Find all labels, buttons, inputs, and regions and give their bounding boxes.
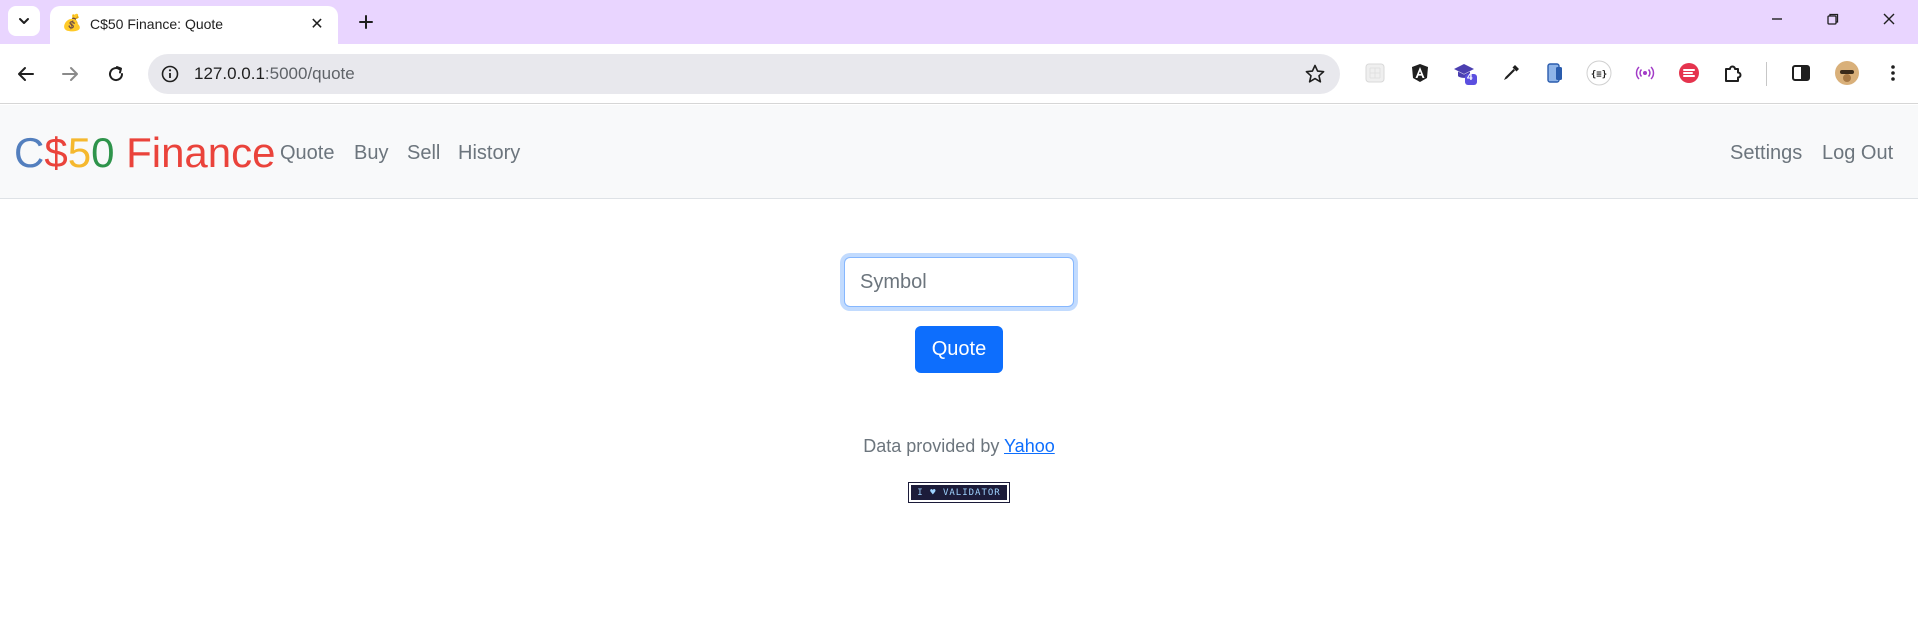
toggl-icon[interactable] <box>1674 58 1704 88</box>
kebab-menu-icon[interactable] <box>1878 58 1908 88</box>
json-viewer-icon[interactable]: {≡} <box>1584 58 1614 88</box>
grid-extension-icon[interactable] <box>1360 58 1390 88</box>
yahoo-link[interactable]: Yahoo <box>1004 436 1055 456</box>
side-panel-icon[interactable] <box>1786 58 1816 88</box>
site-navbar: C$50 Finance Quote Buy Sell History Sett… <box>0 105 1918 199</box>
chevron-down-icon <box>19 18 29 24</box>
profile-avatar[interactable] <box>1832 58 1862 88</box>
new-tab-button[interactable] <box>352 8 380 36</box>
tab-strip: 💰 C$50 Finance: Quote ✕ <box>0 0 1918 44</box>
validator-badge[interactable]: I ♥ VALIDATOR <box>908 482 1010 503</box>
plus-icon <box>359 15 373 29</box>
brand-finance: Finance <box>114 129 276 176</box>
extension-badge: 4 <box>1467 72 1473 83</box>
bookmark-star-icon[interactable] <box>1304 63 1326 85</box>
quote-submit-button[interactable]: Quote <box>915 326 1003 373</box>
reload-icon <box>109 66 124 82</box>
toolbar-separator <box>1766 62 1767 86</box>
broadcast-icon[interactable] <box>1630 58 1660 88</box>
url-path: :5000/quote <box>264 64 355 83</box>
url-text: 127.0.0.1:5000/quote <box>194 64 355 84</box>
browser-toolbar: 127.0.0.1:5000/quote 4 {≡} <box>0 44 1918 104</box>
arrow-right-icon <box>62 67 78 81</box>
minimize-icon <box>1772 18 1782 20</box>
active-tab[interactable]: 💰 C$50 Finance: Quote ✕ <box>50 6 338 44</box>
nav-buy[interactable]: Buy <box>354 141 388 165</box>
reload-button[interactable] <box>98 56 134 92</box>
minimize-button[interactable] <box>1754 4 1800 34</box>
graduation-cap-extension-icon[interactable]: 4 <box>1450 58 1480 88</box>
mobile-view-icon[interactable] <box>1540 58 1570 88</box>
brand-five: 5 <box>67 129 92 176</box>
nav-log-out[interactable]: Log Out <box>1822 141 1893 165</box>
nav-sell[interactable]: Sell <box>407 141 440 165</box>
brand-zero: 0 <box>91 129 115 176</box>
eyedropper-icon[interactable] <box>1496 58 1526 88</box>
nav-history[interactable]: History <box>458 141 520 165</box>
tab-title: C$50 Finance: Quote <box>90 16 224 32</box>
tab-search-button[interactable] <box>8 6 40 36</box>
extensions-puzzle-icon[interactable] <box>1718 58 1748 88</box>
money-bag-icon: 💰 <box>62 15 82 32</box>
address-bar[interactable]: 127.0.0.1:5000/quote <box>148 54 1340 94</box>
symbol-input[interactable] <box>844 257 1074 307</box>
close-icon[interactable]: ✕ <box>306 13 328 35</box>
url-host: 127.0.0.1 <box>194 64 265 83</box>
nav-settings[interactable]: Settings <box>1730 141 1802 165</box>
angular-devtools-icon[interactable] <box>1405 58 1435 88</box>
forward-button[interactable] <box>52 56 88 92</box>
attribution-prefix: Data provided by <box>863 436 1005 456</box>
close-window-button[interactable] <box>1866 4 1912 34</box>
back-button[interactable] <box>8 56 44 92</box>
brand-logo[interactable]: C$50 Finance <box>14 129 276 177</box>
info-icon[interactable] <box>160 64 180 84</box>
brand-dollar: $ <box>44 129 68 176</box>
arrow-left-icon <box>18 67 34 81</box>
nav-quote[interactable]: Quote <box>280 141 334 165</box>
svg-text:{≡}: {≡} <box>1591 70 1607 80</box>
data-attribution: Data provided by Yahoo <box>0 436 1918 457</box>
close-window-icon <box>1883 13 1895 25</box>
restore-icon <box>1827 13 1839 25</box>
brand-c: C <box>14 129 45 176</box>
restore-button[interactable] <box>1810 4 1856 34</box>
